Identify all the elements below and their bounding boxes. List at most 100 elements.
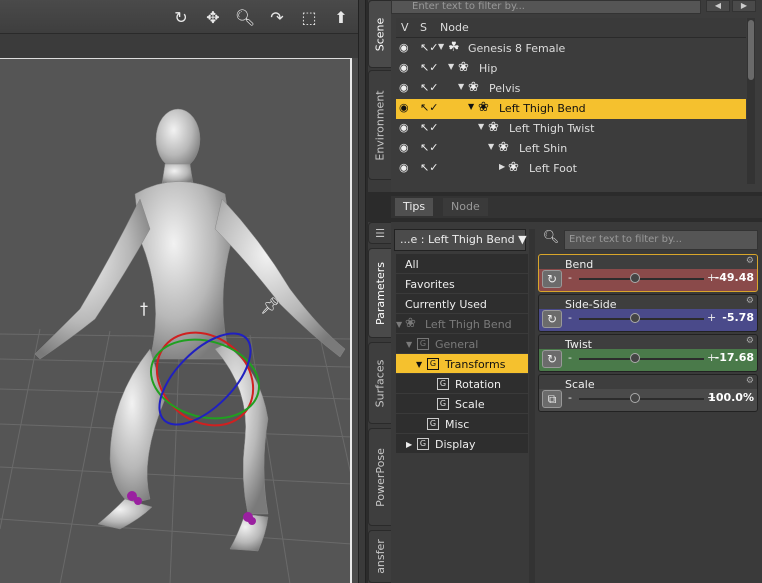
pane-menu-icon[interactable]: ☰: [368, 222, 392, 244]
tab-parameters[interactable]: Parameters: [368, 248, 392, 338]
visibility-eye-icon[interactable]: ◉: [399, 81, 409, 94]
scale-icon[interactable]: ⧉: [542, 390, 562, 408]
selectable-cursor-icon[interactable]: ↖✓: [420, 61, 438, 74]
zoom-icon[interactable]: 🔍︎: [232, 5, 258, 29]
gear-icon[interactable]: ⚙: [746, 256, 754, 266]
tab-scene[interactable]: Scene: [368, 0, 392, 68]
gear-icon[interactable]: ⚙: [746, 376, 754, 386]
param-search-input[interactable]: Enter text to filter by...: [564, 230, 758, 250]
selectable-cursor-icon[interactable]: ↖✓: [420, 41, 438, 54]
column-s[interactable]: S: [420, 21, 427, 34]
rotate-icon[interactable]: ↻: [542, 310, 562, 328]
param-group-rotation[interactable]: G Rotation: [396, 374, 528, 394]
visibility-eye-icon[interactable]: ◉: [399, 161, 409, 174]
scene-row-left-shin[interactable]: ◉ ↖✓ ▼ ❀ Left Shin: [396, 139, 746, 159]
slider-bend[interactable]: Bend ⚙ ↻ - + -49.48: [538, 254, 758, 292]
gear-icon[interactable]: ⚙: [746, 296, 754, 306]
param-group-favorites[interactable]: Favorites: [396, 274, 528, 294]
slider-track[interactable]: [579, 318, 704, 320]
expand-triangle-icon[interactable]: ▼: [468, 102, 474, 111]
expand-triangle-icon[interactable]: ▼: [458, 82, 464, 91]
increment-button[interactable]: +: [707, 311, 716, 324]
decrement-button[interactable]: -: [568, 351, 572, 364]
slider-value[interactable]: -17.68: [715, 351, 754, 364]
visibility-eye-icon[interactable]: ◉: [399, 101, 409, 114]
slider-knob[interactable]: [630, 313, 641, 323]
selectable-cursor-icon[interactable]: ↖✓: [420, 81, 438, 94]
scene-row-left-thigh-twist[interactable]: ◉ ↖✓ ▼ ❀ Left Thigh Twist: [396, 119, 746, 139]
column-v[interactable]: V: [401, 21, 409, 34]
tab-node[interactable]: Node: [443, 198, 488, 216]
tab-environment[interactable]: Environment: [368, 70, 392, 180]
frame-icon[interactable]: ⬚: [296, 5, 322, 29]
scene-prev-button[interactable]: ◀: [706, 0, 730, 12]
slider-knob[interactable]: [630, 353, 641, 363]
selectable-cursor-icon[interactable]: ↖✓: [420, 161, 438, 174]
home-icon[interactable]: ⬆: [328, 5, 354, 29]
tab-transfer[interactable]: ansfer: [368, 530, 392, 583]
param-node-left-thigh-bend[interactable]: ▼ ❀ Left Thigh Bend: [396, 314, 528, 334]
orbit-icon[interactable]: ↻: [168, 5, 194, 29]
collapse-triangle-icon[interactable]: ▶: [499, 162, 505, 171]
scrollbar-thumb[interactable]: [748, 20, 754, 80]
scene-row-genesis[interactable]: ◉ ↖✓ ▼ ☘ Genesis 8 Female: [396, 39, 746, 59]
expand-triangle-icon[interactable]: ▼: [406, 340, 412, 349]
scene-row-left-foot[interactable]: ◉ ↖✓ ▶ ❀ Left Foot: [396, 159, 746, 179]
slider-knob[interactable]: [630, 273, 641, 283]
param-group-general[interactable]: ▼ G General: [396, 334, 528, 354]
roll-icon[interactable]: ↷: [264, 5, 290, 29]
scene-search-input[interactable]: Enter text to filter by...: [391, 0, 701, 14]
selectable-cursor-icon[interactable]: ↖✓: [420, 121, 438, 134]
scene-row-hip[interactable]: ◉ ↖✓ ▼ ❀ Hip: [396, 59, 746, 79]
node-dropdown[interactable]: ...e : Left Thigh Bend ▼: [394, 229, 527, 251]
slider-knob[interactable]: [630, 393, 641, 403]
slider-value[interactable]: -5.78: [722, 311, 754, 324]
visibility-eye-icon[interactable]: ◉: [399, 41, 409, 54]
gear-icon[interactable]: ⚙: [746, 336, 754, 346]
param-tree-scrollbar[interactable]: [529, 229, 535, 583]
collapse-triangle-icon[interactable]: ▶: [406, 440, 412, 449]
column-node[interactable]: Node: [440, 21, 469, 34]
pin-icon[interactable]: 📌︎: [260, 296, 280, 315]
scene-next-button[interactable]: ▶: [732, 0, 756, 12]
expand-triangle-icon[interactable]: ▼: [438, 42, 444, 51]
expand-triangle-icon[interactable]: ▼: [448, 62, 454, 71]
decrement-button[interactable]: -: [568, 311, 572, 324]
slider-side-side[interactable]: Side-Side ⚙ ↻ - + -5.78: [538, 294, 758, 332]
param-group-all[interactable]: All: [396, 254, 528, 274]
visibility-eye-icon[interactable]: ◉: [399, 141, 409, 154]
scene-scrollbar[interactable]: [747, 18, 755, 184]
scene-row-pelvis[interactable]: ◉ ↖✓ ▼ ❀ Pelvis: [396, 79, 746, 99]
selectable-cursor-icon[interactable]: ↖✓: [420, 141, 438, 154]
panel-splitter[interactable]: [358, 0, 366, 583]
decrement-button[interactable]: -: [568, 391, 572, 404]
expand-triangle-icon[interactable]: ▼: [396, 320, 402, 329]
slider-value[interactable]: 100.0%: [708, 391, 754, 404]
param-group-scale[interactable]: G Scale: [396, 394, 528, 414]
rotate-icon[interactable]: ↻: [542, 350, 562, 368]
selectable-cursor-icon[interactable]: ↖✓: [420, 101, 438, 114]
slider-scale[interactable]: Scale ⚙ ⧉ - +100.0%: [538, 374, 758, 412]
3d-scene[interactable]: † 📌︎: [0, 58, 352, 583]
param-group-display[interactable]: ▶ G Display: [396, 434, 528, 454]
figure-marker-icon[interactable]: †: [140, 299, 148, 318]
param-group-transforms[interactable]: ▼ G Transforms: [396, 354, 528, 374]
decrement-button[interactable]: -: [568, 271, 572, 284]
expand-triangle-icon[interactable]: ▼: [488, 142, 494, 151]
rotate-icon[interactable]: ↻: [542, 270, 562, 288]
param-group-currently-used[interactable]: Currently Used: [396, 294, 528, 314]
slider-track[interactable]: [579, 358, 704, 360]
visibility-eye-icon[interactable]: ◉: [399, 61, 409, 74]
slider-twist[interactable]: Twist ⚙ ↻ - + -17.68: [538, 334, 758, 372]
expand-triangle-icon[interactable]: ▼: [478, 122, 484, 131]
slider-track[interactable]: [579, 278, 704, 280]
tab-powerpose[interactable]: PowerPose: [368, 428, 392, 526]
visibility-eye-icon[interactable]: ◉: [399, 121, 409, 134]
tab-tips[interactable]: Tips: [395, 198, 434, 216]
pan-icon[interactable]: ✥: [200, 5, 226, 29]
scene-row-left-thigh-bend[interactable]: ◉ ↖✓ ▼ ❀ Left Thigh Bend: [396, 99, 746, 119]
slider-value[interactable]: -49.48: [715, 271, 754, 284]
expand-triangle-icon[interactable]: ▼: [416, 360, 422, 369]
param-group-misc[interactable]: G Misc: [396, 414, 528, 434]
slider-track[interactable]: [579, 398, 704, 400]
